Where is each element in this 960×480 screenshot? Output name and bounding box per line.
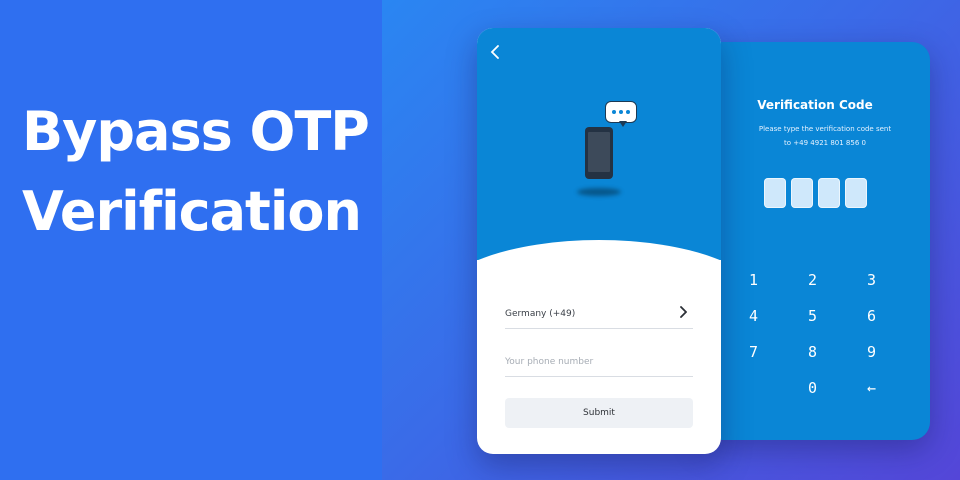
keypad-key-7[interactable]: 7 — [724, 334, 783, 370]
verification-subtitle: Please type the verification code sent t… — [720, 122, 930, 150]
numeric-keypad: 1 2 3 4 5 6 7 8 9 0 ← — [724, 262, 924, 406]
hero-curve — [477, 240, 721, 300]
keypad-key-9[interactable]: 9 — [842, 334, 901, 370]
phone-number-input[interactable] — [505, 348, 693, 377]
phone-shadow — [577, 188, 621, 196]
left-panel: Bypass OTP Verification — [0, 0, 382, 480]
keypad-key-0[interactable]: 0 — [783, 370, 842, 406]
keypad-key-1[interactable]: 1 — [724, 262, 783, 298]
country-selector[interactable]: Germany (+49) — [505, 300, 693, 329]
chat-bubble-dot — [612, 110, 616, 114]
hero-banner — [477, 28, 721, 260]
headline: Bypass OTP Verification — [22, 92, 382, 252]
keypad-backspace-key[interactable]: ← — [842, 370, 901, 406]
otp-digit-box[interactable] — [791, 178, 813, 208]
keypad-key-2[interactable]: 2 — [783, 262, 842, 298]
verification-screen: Verification Code Please type the verifi… — [700, 42, 930, 440]
verification-title: Verification Code — [757, 98, 873, 112]
smartphone-screen — [588, 132, 610, 172]
headline-line-1: Bypass OTP — [22, 100, 370, 163]
chat-bubble-icon — [605, 101, 637, 123]
chat-bubble-tail — [619, 121, 627, 127]
keypad-key-4[interactable]: 4 — [724, 298, 783, 334]
keypad-key-8[interactable]: 8 — [783, 334, 842, 370]
chat-bubble-dot — [619, 110, 623, 114]
otp-code-boxes — [764, 178, 867, 208]
verification-subtitle-line-1: Please type the verification code sent — [758, 125, 892, 133]
chevron-left-icon[interactable] — [485, 44, 505, 64]
smartphone-icon — [585, 127, 613, 179]
submit-button[interactable]: Submit — [505, 398, 693, 428]
chevron-right-icon — [679, 306, 688, 322]
chat-bubble-dot — [626, 110, 630, 114]
keypad-key-5[interactable]: 5 — [783, 298, 842, 334]
otp-digit-box[interactable] — [845, 178, 867, 208]
verification-subtitle-line-2: to +49 4921 801 856 0 — [784, 139, 866, 147]
otp-digit-box[interactable] — [764, 178, 786, 208]
keypad-key-3[interactable]: 3 — [842, 262, 901, 298]
headline-line-2: Verification — [22, 180, 362, 243]
country-label: Germany (+49) — [505, 309, 576, 319]
keypad-blank — [724, 370, 783, 406]
phone-entry-screen: Germany (+49) Submit — [477, 28, 721, 454]
otp-digit-box[interactable] — [818, 178, 840, 208]
keypad-key-6[interactable]: 6 — [842, 298, 901, 334]
